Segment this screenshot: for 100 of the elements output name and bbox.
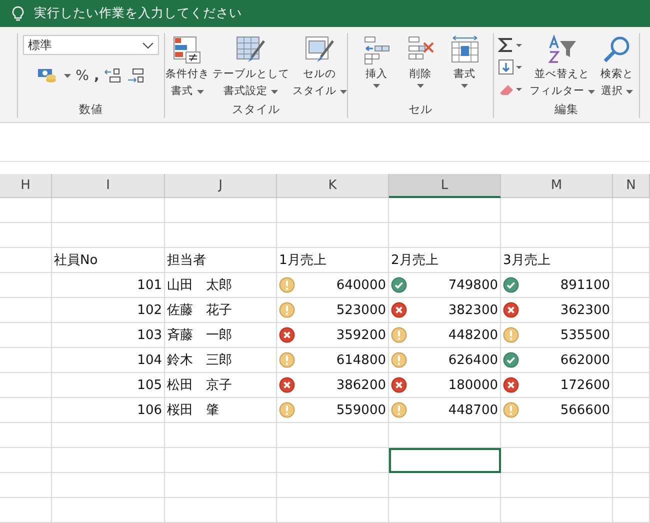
table-cell: 104 bbox=[52, 348, 165, 373]
sales-value: 523000 bbox=[336, 302, 386, 318]
table-cell bbox=[613, 498, 650, 523]
sales-value: 362300 bbox=[560, 302, 610, 318]
column-header[interactable]: H bbox=[0, 174, 52, 198]
table-cell: 103 bbox=[52, 323, 165, 348]
table-cell bbox=[0, 248, 52, 273]
sales-value: 614800 bbox=[336, 352, 386, 368]
ribbon-button[interactable]: テーブルとして 書式設定 bbox=[211, 35, 290, 102]
table-cell bbox=[0, 423, 52, 448]
column-header[interactable]: J bbox=[165, 174, 277, 198]
table-header-cell: 1月売上 bbox=[277, 248, 389, 273]
conditional-format-icon bbox=[172, 35, 202, 65]
table-cell bbox=[0, 273, 52, 298]
column-header[interactable]: K bbox=[277, 174, 389, 198]
caret-icon bbox=[271, 90, 278, 94]
table-cell bbox=[613, 448, 650, 473]
chevron-down-icon bbox=[142, 42, 154, 48]
table-cell: 鈴木 三郎 bbox=[165, 348, 277, 373]
table-cell bbox=[0, 448, 52, 473]
sales-value: 662000 bbox=[560, 352, 610, 368]
table-cell: 山田 太郎 bbox=[165, 273, 277, 298]
ribbon-button[interactable]: 削除 bbox=[404, 35, 436, 102]
column-header[interactable]: L bbox=[389, 174, 501, 198]
ribbon-button[interactable]: セルの スタイル bbox=[291, 35, 348, 102]
sales-value: 448200 bbox=[448, 328, 498, 342]
table-cell[interactable] bbox=[389, 498, 501, 523]
currency-icon[interactable] bbox=[36, 67, 59, 85]
ribbon-button[interactable]: 書式 bbox=[448, 35, 480, 102]
sort-filter-icon bbox=[547, 35, 577, 65]
table-cell: 斉藤 一郎 bbox=[165, 323, 277, 348]
table-cell bbox=[0, 348, 52, 373]
active-cell[interactable] bbox=[389, 448, 501, 473]
table-cell bbox=[0, 473, 52, 498]
column-header[interactable]: M bbox=[501, 174, 613, 198]
percent-style-button[interactable]: % bbox=[76, 68, 89, 84]
ribbon-button[interactable]: 挿入 bbox=[360, 35, 392, 102]
sales-value: 180000 bbox=[448, 378, 498, 392]
ribbon-button[interactable]: 並べ替えと フィルター bbox=[528, 35, 596, 102]
table-cell: 松田 京子 bbox=[165, 373, 277, 398]
caret-icon bbox=[340, 90, 347, 94]
table-cell bbox=[613, 423, 650, 448]
table-header-cell: 社員No bbox=[52, 248, 165, 273]
table-cell bbox=[0, 323, 52, 348]
sales-value: 448700 bbox=[448, 402, 498, 418]
increase-decimal-icon[interactable] bbox=[127, 68, 146, 84]
number-format-dropdown[interactable]: 標準 bbox=[23, 35, 159, 55]
lightbulb-icon bbox=[12, 6, 24, 22]
column-header[interactable]: I bbox=[52, 174, 165, 198]
sales-value: 386200 bbox=[336, 378, 386, 392]
table-cell bbox=[0, 223, 52, 248]
comma-style-button[interactable]: , bbox=[94, 68, 100, 84]
table-cell[interactable] bbox=[389, 223, 501, 248]
sales-value: 172600 bbox=[560, 378, 610, 392]
format-cells-icon bbox=[450, 35, 480, 65]
sales-value: 359200 bbox=[336, 328, 386, 342]
caret-icon bbox=[373, 84, 380, 88]
table-cell bbox=[0, 498, 52, 523]
caret-icon bbox=[64, 74, 71, 78]
sales-value: 382300 bbox=[448, 302, 498, 318]
fill-down-icon[interactable] bbox=[498, 59, 524, 75]
decrease-decimal-icon[interactable] bbox=[104, 68, 122, 84]
caret-icon bbox=[461, 84, 468, 88]
cell-style-icon bbox=[304, 35, 336, 65]
table-header-cell: 3月売上 bbox=[501, 248, 613, 273]
table-cell: 101 bbox=[52, 273, 165, 298]
table-header-cell: 担当者 bbox=[165, 248, 277, 273]
ribbon-button[interactable]: 条件付き 書式 bbox=[164, 35, 210, 102]
table-cell[interactable] bbox=[389, 473, 501, 498]
sales-value: 535500 bbox=[560, 328, 610, 342]
group-label: 編集 bbox=[554, 102, 580, 118]
table-cell: 102 bbox=[52, 298, 165, 323]
table-cell bbox=[0, 398, 52, 423]
caret-icon bbox=[196, 90, 204, 94]
table-header-cell: 2月売上 bbox=[389, 248, 501, 273]
insert-cells-icon bbox=[362, 35, 392, 65]
group-label: スタイル bbox=[231, 102, 281, 118]
table-cell bbox=[613, 223, 650, 248]
sum-icon[interactable] bbox=[498, 37, 524, 53]
table-cell[interactable] bbox=[389, 423, 501, 448]
table-cell bbox=[613, 248, 650, 273]
caret-icon bbox=[417, 84, 424, 88]
sales-value: 626400 bbox=[448, 352, 498, 368]
caret-icon bbox=[626, 90, 634, 94]
sales-value: 559000 bbox=[336, 402, 386, 418]
table-cell: 桜田 肇 bbox=[165, 398, 277, 423]
table-cell bbox=[0, 198, 52, 223]
sales-value: 749800 bbox=[448, 278, 498, 292]
caret-icon bbox=[588, 90, 595, 94]
table-cell: 106 bbox=[52, 398, 165, 423]
table-cell[interactable] bbox=[389, 198, 501, 223]
sales-value: 640000 bbox=[336, 278, 386, 292]
sales-value: 891100 bbox=[560, 278, 610, 292]
column-header[interactable]: N bbox=[613, 174, 650, 198]
table-cell: 佐藤 花子 bbox=[165, 298, 277, 323]
sales-value: 566600 bbox=[560, 402, 610, 418]
group-label: セル bbox=[408, 102, 434, 118]
group-label: 数値 bbox=[78, 102, 104, 118]
ribbon-button[interactable]: 検索と 選択 bbox=[600, 35, 635, 102]
table-format-icon bbox=[234, 35, 267, 65]
